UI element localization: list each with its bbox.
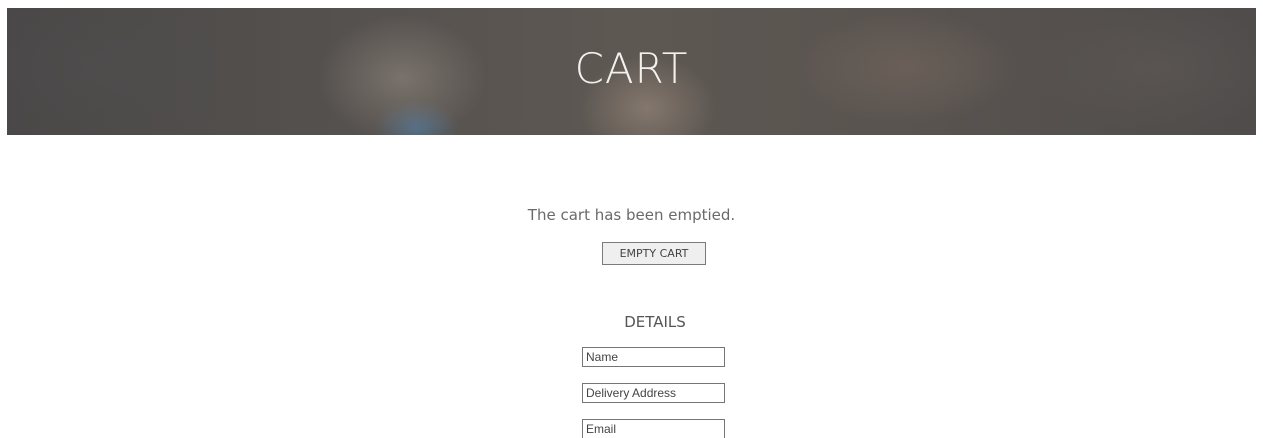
details-heading: DETAILS	[624, 313, 686, 331]
cart-page: CART The cart has been emptied. EMPTY CA…	[0, 0, 1263, 438]
delivery-address-field[interactable]	[582, 383, 725, 403]
empty-cart-button[interactable]: EMPTY CART	[602, 242, 706, 265]
hero-banner: CART	[7, 8, 1256, 135]
name-field[interactable]	[582, 347, 725, 367]
page-title: CART	[574, 44, 689, 93]
cart-status-message: The cart has been emptied.	[527, 206, 736, 224]
email-field[interactable]	[582, 419, 725, 438]
